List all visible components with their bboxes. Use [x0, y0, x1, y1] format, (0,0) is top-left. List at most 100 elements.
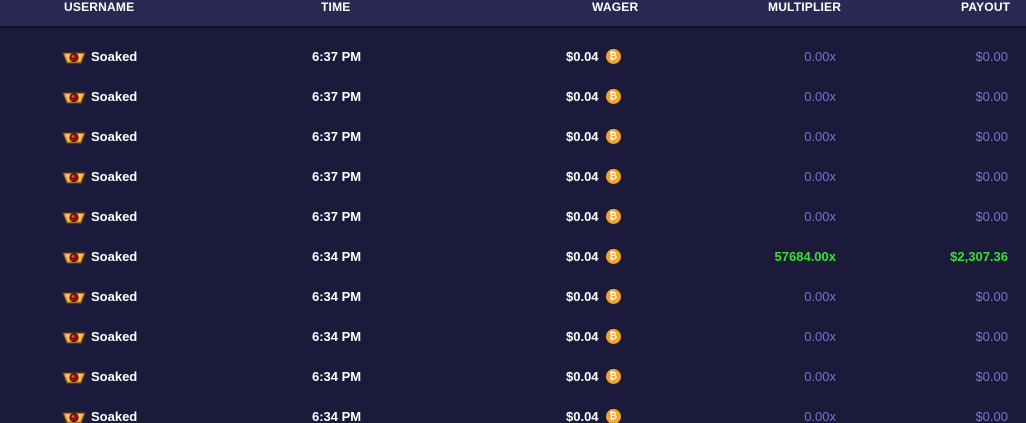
rank-badge-icon [62, 49, 86, 65]
multiplier-cell: 0.00x [804, 289, 836, 304]
username-cell[interactable]: Soaked [62, 357, 137, 397]
payout-cell: $0.00 [975, 209, 1008, 224]
column-header-username[interactable]: USERNAME [64, 0, 134, 14]
multiplier-cell: 0.00x [804, 169, 836, 184]
bitcoin-icon: ₿ [605, 409, 621, 423]
multiplier-cell: 57684.00x [774, 249, 836, 264]
rank-badge-icon [62, 369, 86, 385]
payout-cell: $0.00 [975, 89, 1008, 104]
payout-cell: $0.00 [975, 409, 1008, 423]
bitcoin-icon: ₿ [605, 129, 621, 145]
time-cell: 6:37 PM [312, 169, 362, 184]
username-cell[interactable]: Soaked [62, 277, 137, 317]
username-cell[interactable]: Soaked [62, 397, 137, 423]
multiplier-cell: 0.00x [804, 369, 836, 384]
time-cell: 6:34 PM [312, 249, 362, 264]
rank-badge-icon [62, 289, 86, 305]
rank-badge-icon [62, 169, 86, 185]
table-row[interactable]: Soaked 6:37 PM $0.04 ₿ 0.00x $0.00 [0, 117, 1026, 157]
time-cell: 6:37 PM [312, 49, 362, 64]
time-cell: 6:37 PM [312, 209, 362, 224]
wager-amount: $0.04 [566, 289, 599, 304]
wager-amount: $0.04 [566, 209, 599, 224]
column-header-wager[interactable]: WAGER [592, 0, 638, 14]
username-cell[interactable]: Soaked [62, 197, 137, 237]
table-row[interactable]: Soaked 6:37 PM $0.04 ₿ 0.00x $0.00 [0, 197, 1026, 237]
username-text[interactable]: Soaked [91, 209, 137, 224]
rank-badge-icon [62, 129, 86, 145]
time-cell: 6:37 PM [312, 89, 362, 104]
payout-cell: $0.00 [975, 329, 1008, 344]
rank-badge-icon [62, 329, 86, 345]
username-text[interactable]: Soaked [91, 249, 137, 264]
username-cell[interactable]: Soaked [62, 117, 137, 157]
wager-amount: $0.04 [566, 49, 599, 64]
table-header: USERNAME TIME WAGER MULTIPLIER PAYOUT [0, 0, 1026, 28]
username-text[interactable]: Soaked [91, 329, 137, 344]
wager-amount: $0.04 [566, 89, 599, 104]
wager-cell: $0.04 ₿ [566, 357, 621, 397]
wager-amount: $0.04 [566, 329, 599, 344]
multiplier-cell: 0.00x [804, 89, 836, 104]
username-cell[interactable]: Soaked [62, 317, 137, 357]
table-row[interactable]: Soaked 6:37 PM $0.04 ₿ 0.00x $0.00 [0, 37, 1026, 77]
table-row[interactable]: Soaked 6:34 PM $0.04 ₿ 0.00x $0.00 [0, 357, 1026, 397]
time-cell: 6:34 PM [312, 329, 362, 344]
table-row[interactable]: Soaked 6:34 PM $0.04 ₿ 0.00x $0.00 [0, 397, 1026, 423]
wager-cell: $0.04 ₿ [566, 157, 621, 197]
wager-cell: $0.04 ₿ [566, 117, 621, 157]
bitcoin-icon: ₿ [605, 249, 621, 265]
column-header-multiplier[interactable]: MULTIPLIER [768, 0, 841, 14]
column-header-time[interactable]: TIME [321, 0, 350, 14]
wager-cell: $0.04 ₿ [566, 237, 621, 277]
time-cell: 6:37 PM [312, 129, 362, 144]
rank-badge-icon [62, 249, 86, 265]
multiplier-cell: 0.00x [804, 49, 836, 64]
table-row[interactable]: Soaked 6:34 PM $0.04 ₿ 57684.00x $2,307.3… [0, 237, 1026, 277]
multiplier-cell: 0.00x [804, 209, 836, 224]
username-text[interactable]: Soaked [91, 89, 137, 104]
username-text[interactable]: Soaked [91, 49, 137, 64]
username-cell[interactable]: Soaked [62, 77, 137, 117]
username-text[interactable]: Soaked [91, 289, 137, 304]
wager-cell: $0.04 ₿ [566, 77, 621, 117]
table-row[interactable]: Soaked 6:37 PM $0.04 ₿ 0.00x $0.00 [0, 157, 1026, 197]
rank-badge-icon [62, 209, 86, 225]
rank-badge-icon [62, 409, 86, 423]
time-cell: 6:34 PM [312, 289, 362, 304]
username-text[interactable]: Soaked [91, 369, 137, 384]
payout-cell: $2,307.36 [950, 249, 1008, 264]
username-cell[interactable]: Soaked [62, 237, 137, 277]
wager-amount: $0.04 [566, 369, 599, 384]
bitcoin-icon: ₿ [605, 209, 621, 225]
table-row[interactable]: Soaked 6:34 PM $0.04 ₿ 0.00x $0.00 [0, 277, 1026, 317]
bitcoin-icon: ₿ [605, 169, 621, 185]
username-text[interactable]: Soaked [91, 169, 137, 184]
bitcoin-icon: ₿ [605, 329, 621, 345]
bitcoin-icon: ₿ [605, 89, 621, 105]
table-body: Soaked 6:37 PM $0.04 ₿ 0.00x $0.00 Soaked… [0, 28, 1026, 423]
wager-cell: $0.04 ₿ [566, 317, 621, 357]
table-row[interactable]: Soaked 6:34 PM $0.04 ₿ 0.00x $0.00 [0, 317, 1026, 357]
wager-cell: $0.04 ₿ [566, 277, 621, 317]
payout-cell: $0.00 [975, 369, 1008, 384]
username-text[interactable]: Soaked [91, 409, 137, 423]
table-row[interactable]: Soaked 6:37 PM $0.04 ₿ 0.00x $0.00 [0, 77, 1026, 117]
wager-amount: $0.04 [566, 249, 599, 264]
username-text[interactable]: Soaked [91, 129, 137, 144]
wager-amount: $0.04 [566, 409, 599, 423]
username-cell[interactable]: Soaked [62, 157, 137, 197]
payout-cell: $0.00 [975, 129, 1008, 144]
payout-cell: $0.00 [975, 169, 1008, 184]
multiplier-cell: 0.00x [804, 129, 836, 144]
multiplier-cell: 0.00x [804, 329, 836, 344]
bitcoin-icon: ₿ [605, 369, 621, 385]
multiplier-cell: 0.00x [804, 409, 836, 423]
column-header-payout[interactable]: PAYOUT [961, 0, 1010, 14]
rank-badge-icon [62, 89, 86, 105]
bitcoin-icon: ₿ [605, 289, 621, 305]
wager-amount: $0.04 [566, 129, 599, 144]
bets-table: USERNAME TIME WAGER MULTIPLIER PAYOUT So… [0, 0, 1026, 423]
time-cell: 6:34 PM [312, 409, 362, 423]
username-cell[interactable]: Soaked [62, 37, 137, 77]
